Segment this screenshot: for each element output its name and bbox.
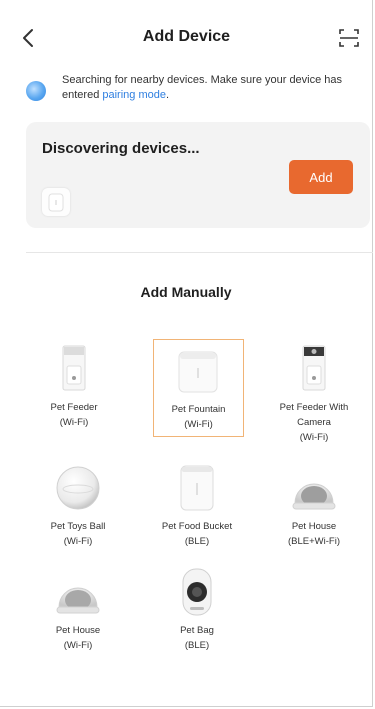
device-name: Pet Feeder: [50, 402, 98, 413]
device-pet-fountain-wifi[interactable]: Pet Fountain (Wi-Fi): [153, 339, 244, 437]
device-protocol: (BLE): [184, 640, 210, 651]
device-name: Pet Feeder With: [279, 402, 349, 413]
discovering-card: Discovering devices... Add: [26, 122, 370, 228]
device-name: Pet Food Bucket: [161, 521, 233, 532]
device-name: Pet House: [55, 625, 101, 636]
pet-fountain-icon: [178, 351, 218, 393]
device-protocol: (Wi-Fi): [184, 419, 213, 430]
notice-text: Searching for nearby devices. Make sure …: [62, 73, 362, 103]
searching-indicator-icon: [26, 81, 46, 101]
device-protocol: (Wi-Fi): [63, 536, 93, 547]
device-pet-feeder-camera-wifi[interactable]: Pet Feeder With Camera (Wi-Fi): [259, 344, 369, 445]
device-protocol: (BLE): [184, 536, 210, 547]
device-name-line2: Camera: [297, 417, 331, 428]
device-pet-house-ble-wifi[interactable]: Pet House (BLE+Wi-Fi): [259, 463, 369, 549]
pet-feeder-icon: [62, 345, 86, 391]
add-manually-title: Add Manually: [140, 284, 232, 300]
scan-button[interactable]: [337, 26, 361, 50]
device-label: Pet Toys Ball (Wi-Fi): [23, 519, 133, 549]
pet-toys-ball-icon: [56, 466, 100, 510]
header: Add Device: [0, 22, 373, 54]
pet-bag-icon: [182, 568, 212, 616]
pairing-mode-link[interactable]: pairing mode: [102, 89, 166, 101]
pet-fountain-icon: [48, 193, 64, 212]
device-pet-house-wifi[interactable]: Pet House (Wi-Fi): [23, 567, 133, 653]
device-label: Pet Food Bucket (BLE): [142, 519, 252, 549]
add-button[interactable]: Add: [289, 160, 353, 194]
device-label: Pet House (Wi-Fi): [23, 623, 133, 653]
device-pet-toys-ball-wifi[interactable]: Pet Toys Ball (Wi-Fi): [23, 463, 133, 549]
device-protocol: (Wi-Fi): [299, 432, 329, 443]
device-protocol: (Wi-Fi): [59, 417, 89, 428]
device-name: Pet House: [291, 521, 337, 532]
device-protocol: (BLE+Wi-Fi): [288, 536, 340, 547]
device-label: Pet Feeder With Camera (Wi-Fi): [259, 400, 369, 445]
pet-house-icon: [292, 483, 336, 510]
device-label: Pet Feeder (Wi-Fi): [19, 400, 129, 430]
notice-suffix: .: [165, 89, 170, 101]
device-label: Pet Fountain (Wi-Fi): [154, 402, 243, 432]
add-device-screen: Add Device Searching for nearby devices.…: [0, 0, 373, 707]
discovering-title: Discovering devices...: [42, 140, 200, 157]
device-name: Pet Toys Ball: [50, 521, 106, 532]
device-label: Pet House (BLE+Wi-Fi): [259, 519, 369, 549]
device-name: Pet Fountain: [171, 404, 226, 415]
device-pet-food-bucket-ble[interactable]: Pet Food Bucket (BLE): [142, 463, 252, 549]
discovered-device-icon[interactable]: [42, 188, 70, 216]
pet-feeder-camera-icon: [302, 345, 326, 391]
device-pet-feeder-wifi[interactable]: Pet Feeder (Wi-Fi): [19, 344, 129, 430]
pet-house-icon: [56, 587, 100, 614]
scan-icon: [339, 29, 359, 47]
device-name: Pet Bag: [180, 625, 214, 636]
device-pet-bag-ble[interactable]: Pet Bag (BLE): [142, 567, 252, 653]
divider: [26, 252, 373, 253]
page-title: Add Device: [142, 28, 231, 45]
device-label: Pet Bag (BLE): [142, 623, 252, 653]
device-protocol: (Wi-Fi): [63, 640, 93, 651]
pet-food-bucket-icon: [180, 465, 214, 511]
